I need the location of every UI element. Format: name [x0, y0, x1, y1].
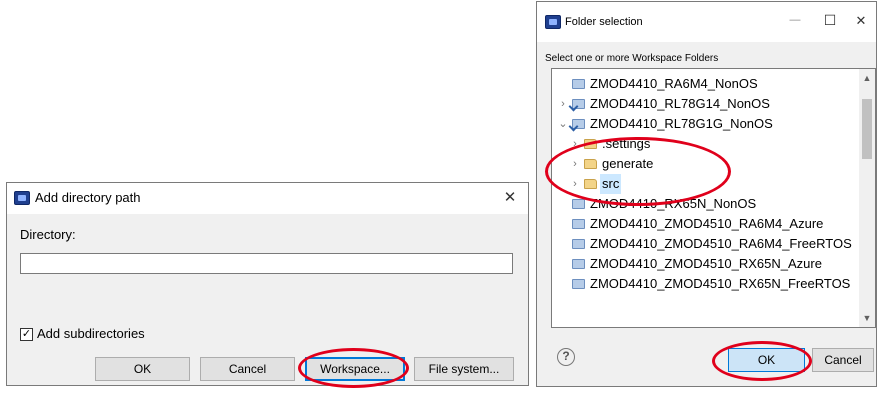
- tree-project-item[interactable]: ZMOD4410_ZMOD4510_RX65N_FreeRTOS: [552, 274, 875, 294]
- ok-button[interactable]: OK: [728, 348, 805, 372]
- tree-folder-item[interactable]: › src: [552, 174, 875, 194]
- tree-item-label: ZMOD4410_ZMOD4510_RX65N_Azure: [590, 256, 822, 271]
- project-icon: [572, 279, 585, 289]
- dialog-title: Folder selection: [565, 16, 643, 28]
- tree-item-label: ZMOD4410_RL78G14_NonOS: [590, 96, 770, 111]
- help-icon[interactable]: ?: [557, 348, 575, 366]
- tree-item-label: generate: [602, 156, 654, 171]
- project-icon: [572, 219, 585, 229]
- add-directory-titlebar[interactable]: Add directory path ✕: [7, 183, 528, 214]
- tree-item-label: src: [600, 174, 622, 194]
- file-system-button[interactable]: File system...: [414, 357, 514, 381]
- scroll-down-icon[interactable]: ▼: [859, 313, 875, 323]
- project-icon: [572, 259, 585, 269]
- add-subdirectories-checkbox[interactable]: ✓: [20, 328, 33, 341]
- tree-project-item[interactable]: ZMOD4410_ZMOD4510_RX65N_Azure: [552, 254, 875, 274]
- add-subdirectories-label: Add subdirectories: [37, 326, 145, 341]
- chevron-icon[interactable]: ›: [570, 154, 580, 174]
- tree-item-label: ZMOD4410_RA6M4_NonOS: [590, 76, 758, 91]
- folder-icon: [584, 139, 597, 149]
- project-icon: [572, 79, 585, 89]
- app-icon: [545, 15, 561, 29]
- tree-folder-item[interactable]: › generate: [552, 154, 875, 174]
- project-icon: [572, 239, 585, 249]
- tree-project-item[interactable]: ZMOD4410_ZMOD4510_RA6M4_Azure: [552, 214, 875, 234]
- project-icon: [572, 99, 585, 109]
- folder-selection-dialog: Folder selection — ☐ ✕ Select one or mor…: [536, 1, 877, 387]
- ok-button[interactable]: OK: [95, 357, 190, 381]
- workspace-folder-tree[interactable]: ZMOD4410_RA6M4_NonOS › ZMOD4410_RL78G14_No…: [551, 68, 876, 328]
- chevron-icon[interactable]: ›: [570, 174, 580, 194]
- tree-item-label: .settings: [602, 136, 651, 151]
- dialog-title: Add directory path: [35, 190, 141, 205]
- folder-icon: [584, 159, 597, 169]
- app-icon: [14, 191, 30, 205]
- tree-item-label: ZMOD4410_ZMOD4510_RX65N_FreeRTOS: [590, 276, 851, 291]
- workspace-button[interactable]: Workspace...: [305, 357, 405, 381]
- tree-item-label: ZMOD4410_ZMOD4510_RA6M4_FreeRTOS: [590, 236, 852, 251]
- minimize-icon[interactable]: —: [787, 14, 803, 26]
- tree-folder-item[interactable]: › .settings: [552, 134, 875, 154]
- folder-icon: [584, 179, 597, 189]
- instruction-text: Select one or more Workspace Folders: [545, 53, 719, 64]
- chevron-icon[interactable]: ⌄: [558, 114, 568, 134]
- close-icon[interactable]: ✕: [853, 13, 869, 29]
- tree-project-item[interactable]: › ZMOD4410_RL78G14_NonOS: [552, 94, 875, 114]
- chevron-icon[interactable]: ›: [558, 94, 568, 114]
- cancel-button[interactable]: Cancel: [812, 348, 874, 372]
- tree-project-item[interactable]: ⌄ ZMOD4410_RL78G1G_NonOS: [552, 114, 875, 134]
- check-icon: ✓: [21, 328, 32, 340]
- add-directory-dialog: Add directory path ✕ Directory: ✓ Add su…: [6, 182, 529, 386]
- tree-project-item[interactable]: ZMOD4410_RX65N_NonOS: [552, 194, 875, 214]
- tree-project-item[interactable]: ZMOD4410_ZMOD4510_RA6M4_FreeRTOS: [552, 234, 875, 254]
- scroll-up-icon[interactable]: ▲: [859, 73, 875, 83]
- close-icon[interactable]: ✕: [502, 188, 518, 206]
- cancel-button[interactable]: Cancel: [200, 357, 295, 381]
- project-icon: [572, 199, 585, 209]
- directory-label: Directory:: [20, 227, 76, 242]
- tree-project-item[interactable]: ZMOD4410_RA6M4_NonOS: [552, 74, 875, 94]
- scroll-thumb[interactable]: [862, 99, 872, 159]
- project-icon: [572, 119, 585, 129]
- directory-input[interactable]: [20, 253, 513, 274]
- maximize-icon[interactable]: ☐: [822, 12, 838, 29]
- vertical-scrollbar[interactable]: ▲ ▼: [859, 69, 875, 327]
- tree-item-label: ZMOD4410_ZMOD4510_RA6M4_Azure: [590, 216, 824, 231]
- chevron-icon[interactable]: ›: [570, 134, 580, 154]
- tree-item-label: ZMOD4410_RL78G1G_NonOS: [590, 116, 773, 131]
- tree-item-label: ZMOD4410_RX65N_NonOS: [590, 196, 757, 211]
- folder-selection-titlebar[interactable]: Folder selection — ☐ ✕: [537, 2, 876, 42]
